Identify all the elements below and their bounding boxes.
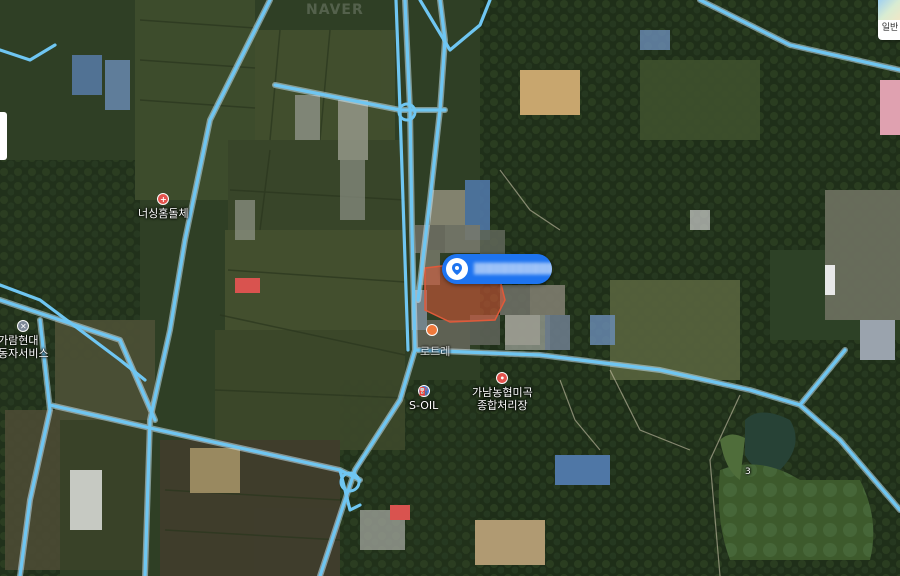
road-label: 로트레 — [420, 345, 451, 358]
store-icon — [426, 324, 438, 336]
poi-nursing-home-label: 너싱홈돌체 — [138, 207, 189, 220]
naver-watermark: NAVER — [306, 2, 364, 18]
wrench-icon: ✕ — [17, 320, 30, 332]
map-type-button[interactable]: 일반 — [878, 0, 900, 40]
poi-gas-station[interactable]: ⛽ S-OIL — [409, 385, 438, 412]
rice-icon: • — [496, 372, 509, 384]
satellite-map[interactable]: NAVER + 너싱홈돌체 ✕ 가람현대 동자서비스 ⛽ S-OIL • 가남농… — [0, 0, 900, 576]
poi-gas-station-label: S-OIL — [409, 399, 439, 412]
poi-rice-center-label: 가남농협미곡 종합처리장 — [472, 386, 533, 412]
marker-label-blurred: ████████████ — [474, 263, 552, 275]
map-type-thumbnail-icon — [878, 0, 900, 20]
poi-rice-center[interactable]: • 가남농협미곡 종합처리장 — [472, 372, 533, 412]
poi-nursing-home[interactable]: + 너싱홈돌체 — [138, 193, 189, 220]
poi-small-marker[interactable] — [426, 324, 438, 336]
panel-toggle-tab[interactable] — [0, 112, 7, 160]
gas-station-icon: ⛽ — [417, 385, 430, 397]
poi-service-center[interactable]: ✕ 가람현대 동자서비스 — [0, 320, 49, 360]
golf-hole-number: 3 — [745, 467, 751, 477]
satellite-imagery — [0, 0, 900, 576]
map-type-label: 일반 — [881, 23, 899, 33]
hospital-icon: + — [157, 193, 170, 205]
location-marker-icon — [446, 258, 468, 280]
poi-service-center-label: 가람현대 동자서비스 — [0, 334, 49, 360]
selected-location-marker[interactable]: ████████████ — [442, 254, 552, 284]
